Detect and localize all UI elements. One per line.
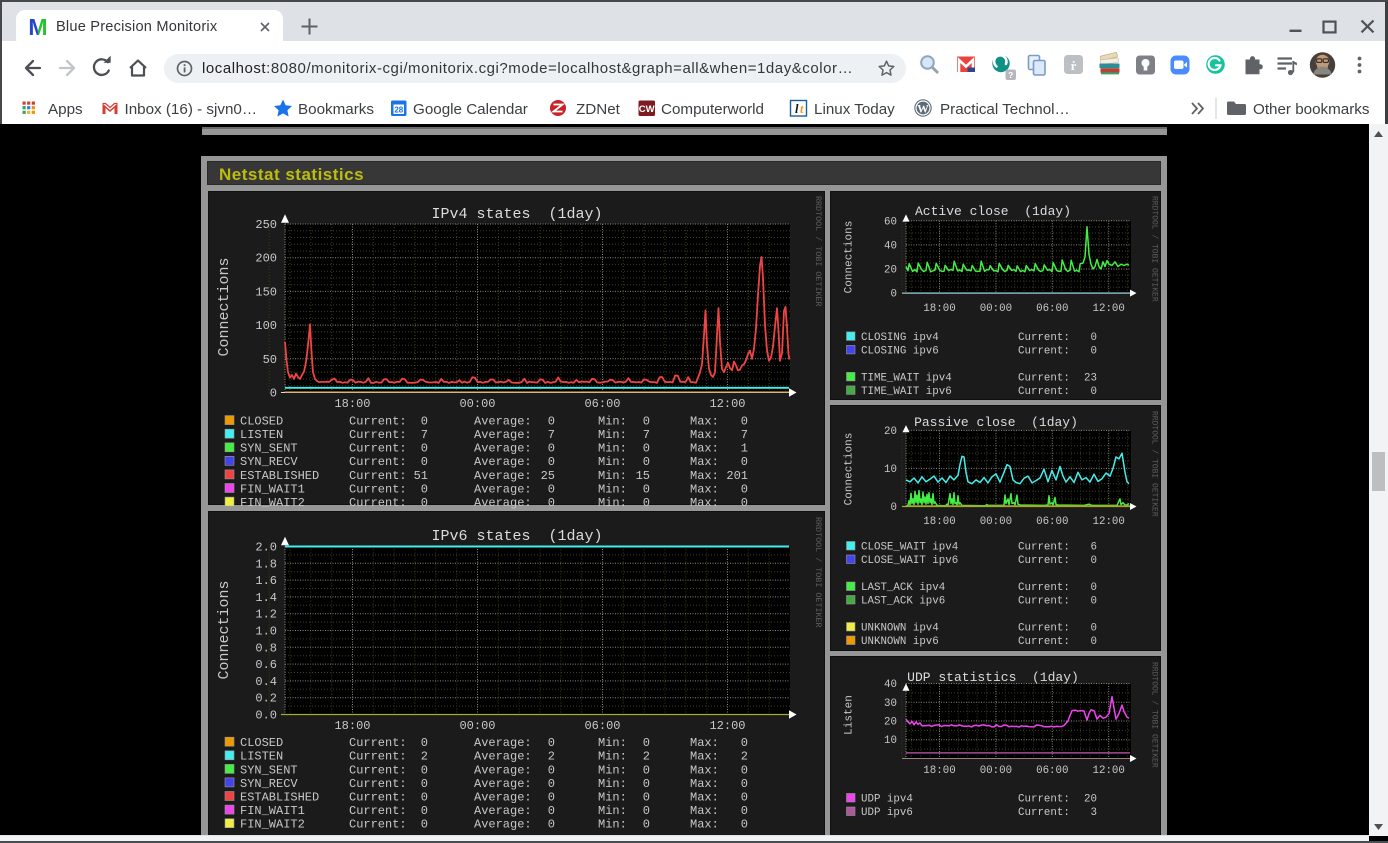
svg-text:Apps: Apps — [48, 101, 83, 118]
svg-text:ZDNet: ZDNet — [576, 101, 621, 118]
svg-text:M: M — [28, 17, 47, 37]
svg-text:l: l — [795, 102, 799, 116]
svg-text:Computerworld: Computerworld — [661, 101, 764, 118]
svg-text:28: 28 — [394, 106, 403, 115]
svg-text:Linux Today: Linux Today — [814, 101, 895, 118]
svg-text:Google Calendar: Google Calendar — [413, 101, 528, 118]
svg-text:ṙ: ṙ — [1071, 58, 1077, 73]
svg-text:t: t — [800, 102, 804, 116]
svg-text:Practical Technol…: Practical Technol… — [940, 101, 1070, 118]
svg-text:W: W — [917, 103, 929, 115]
svg-text:Inbox (16) - sjvn0…: Inbox (16) - sjvn0… — [125, 101, 258, 118]
svg-text:?: ? — [1008, 70, 1013, 80]
svg-text:Bookmarks: Bookmarks — [298, 101, 374, 118]
svg-text:Other bookmarks: Other bookmarks — [1253, 101, 1370, 118]
svg-text:CW: CW — [639, 104, 655, 115]
